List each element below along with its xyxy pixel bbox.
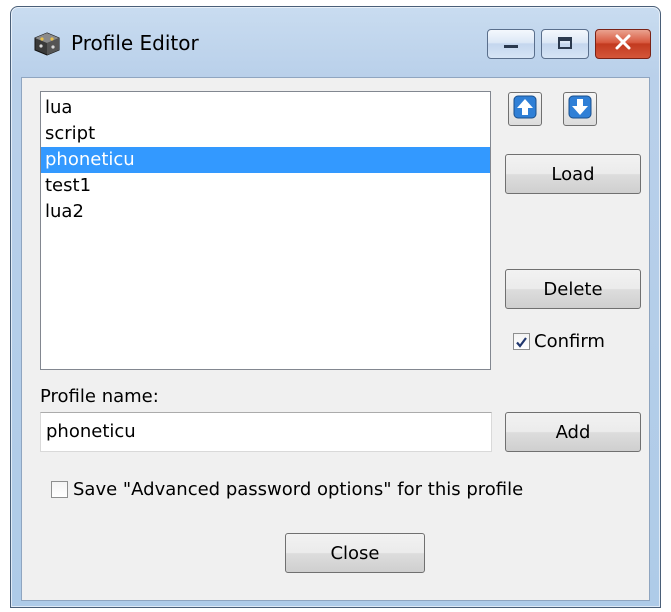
move-down-button[interactable]: [563, 92, 597, 126]
move-up-button[interactable]: [508, 92, 542, 126]
save-advanced-options-label[interactable]: Save "Advanced password options" for thi…: [73, 479, 523, 500]
profile-list[interactable]: lua script phoneticu test1 lua2: [40, 91, 491, 370]
profile-name-label: Profile name:: [40, 386, 159, 407]
add-button[interactable]: Add: [505, 412, 641, 452]
load-button[interactable]: Load: [505, 154, 641, 194]
minimize-button[interactable]: [487, 29, 535, 59]
minimize-icon: [502, 34, 520, 55]
profile-list-item[interactable]: lua: [41, 95, 490, 121]
profile-list-item[interactable]: script: [41, 121, 490, 147]
profile-name-input[interactable]: phoneticu: [40, 412, 492, 452]
profile-list-item[interactable]: test1: [41, 173, 490, 199]
window-title: Profile Editor: [71, 31, 199, 55]
arrow-up-icon: [513, 95, 537, 124]
save-advanced-options-checkbox[interactable]: [51, 481, 68, 498]
close-icon: [614, 34, 632, 55]
maximize-button[interactable]: [541, 29, 589, 59]
check-icon: [516, 337, 527, 348]
dialog-body: lua script phoneticu test1 lua2 Load Del…: [21, 77, 650, 601]
profile-editor-window: Profile Editor lua script phoneticu test…: [10, 6, 661, 608]
profile-list-item[interactable]: lua2: [41, 199, 490, 225]
delete-button[interactable]: Delete: [505, 269, 641, 309]
app-cube-icon: [33, 31, 61, 57]
title-bar[interactable]: Profile Editor: [11, 7, 660, 77]
maximize-icon: [556, 34, 574, 55]
profile-list-item-selected[interactable]: phoneticu: [41, 147, 490, 173]
confirm-checkbox[interactable]: [513, 333, 530, 350]
confirm-label[interactable]: Confirm: [534, 331, 605, 352]
arrow-down-icon: [568, 95, 592, 124]
close-button[interactable]: Close: [285, 533, 425, 573]
close-window-button[interactable]: [595, 29, 651, 59]
